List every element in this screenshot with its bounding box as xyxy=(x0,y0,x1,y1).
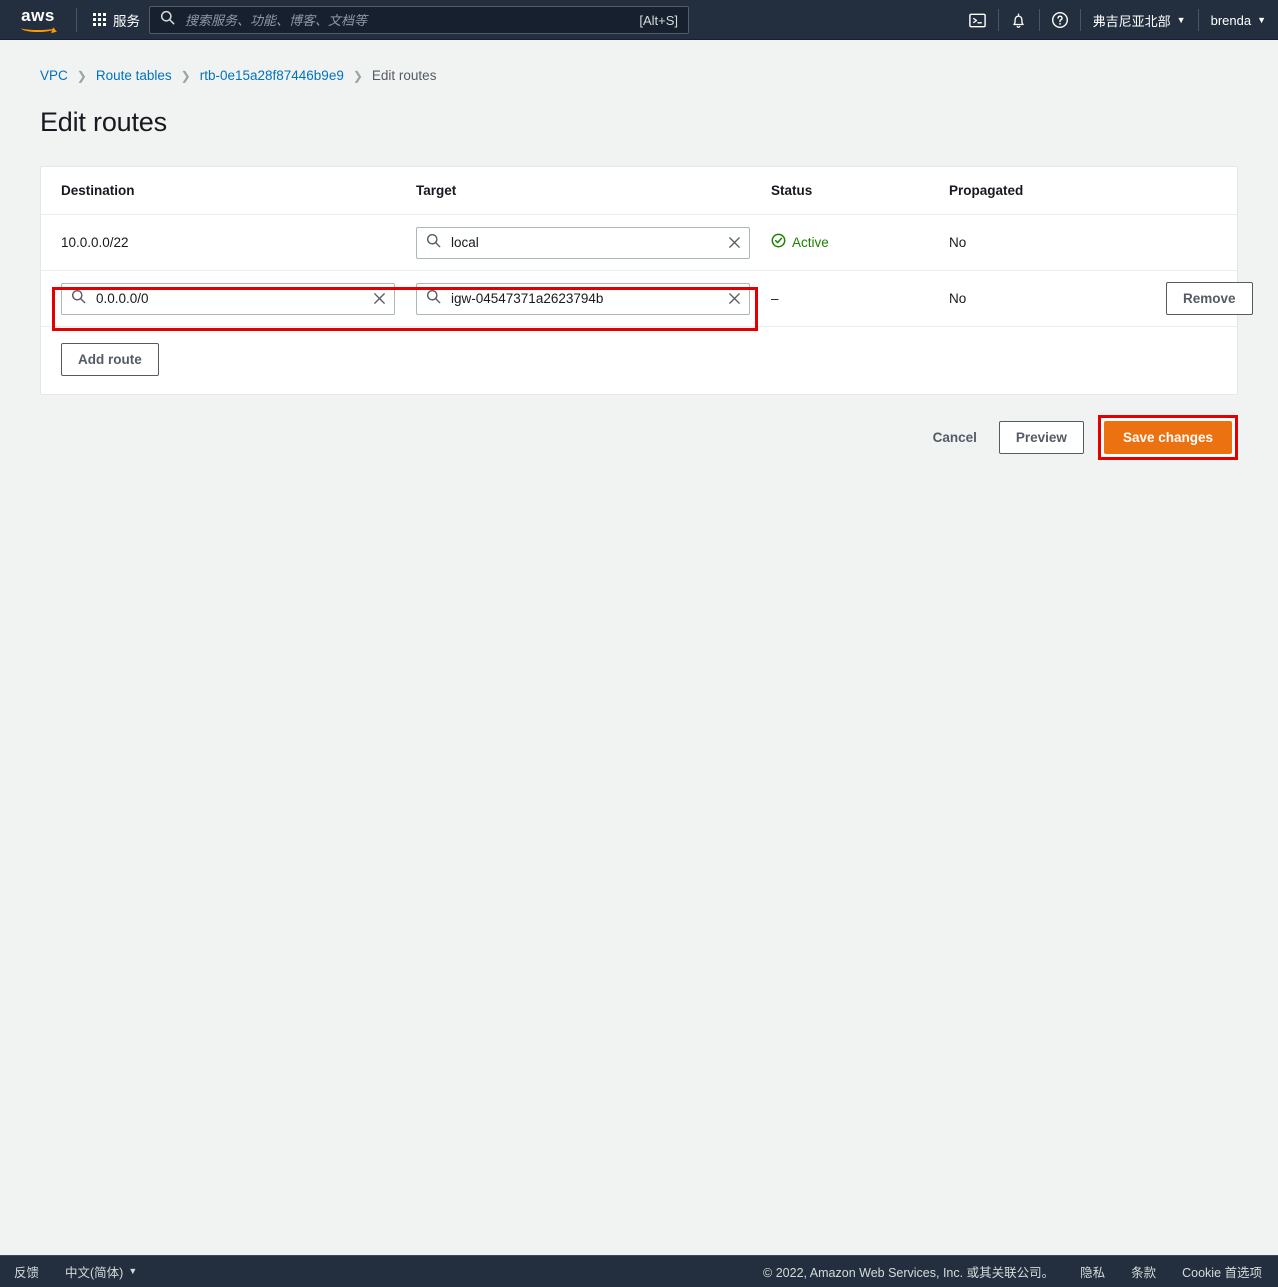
services-menu-label: 服务 xyxy=(113,13,140,29)
save-changes-button[interactable]: Save changes xyxy=(1103,421,1232,454)
close-icon[interactable] xyxy=(719,228,749,258)
breadcrumb-separator-icon: ❯ xyxy=(76,68,87,83)
page-footer: 反馈 中文(简体) ▼ © 2022, Amazon Web Services,… xyxy=(0,1255,1278,1287)
breadcrumb-item-route-tables[interactable]: Route tables xyxy=(96,68,172,83)
page-title: Edit routes xyxy=(40,107,167,137)
bell-icon[interactable] xyxy=(999,0,1039,40)
chevron-down-icon: ▼ xyxy=(1257,14,1266,25)
cloudshell-icon[interactable] xyxy=(958,0,998,40)
column-header-propagated: Propagated xyxy=(949,183,1024,198)
column-header-destination: Destination xyxy=(61,183,135,198)
status-label: – xyxy=(771,290,779,306)
aws-logo[interactable]: aws xyxy=(10,5,66,32)
table-row: 10.0.0.0/22 local Active No xyxy=(41,215,1237,271)
region-selector[interactable]: 弗吉尼亚北部 ▼ xyxy=(1081,0,1198,40)
close-icon[interactable] xyxy=(719,284,749,314)
breadcrumb: VPC ❯ Route tables ❯ rtb-0e15a28f87446b9… xyxy=(0,41,1278,83)
column-header-target: Target xyxy=(416,183,457,198)
status-label: Active xyxy=(792,235,829,250)
chevron-down-icon: ▼ xyxy=(128,1266,138,1276)
table-row: – No Remove xyxy=(41,271,1253,327)
destination-input-field[interactable] xyxy=(61,282,395,315)
route-target-cell xyxy=(416,282,771,315)
target-select-field[interactable] xyxy=(416,282,750,315)
save-changes-highlight: Save changes xyxy=(1097,415,1238,460)
search-icon xyxy=(426,233,441,253)
breadcrumb-item-edit-routes: Edit routes xyxy=(371,68,437,83)
search-icon xyxy=(160,10,175,30)
feedback-link[interactable]: 反馈 xyxy=(14,1262,39,1281)
nav-right-group: 弗吉尼亚北部 ▼ brenda ▼ xyxy=(958,0,1278,40)
target-input[interactable] xyxy=(449,234,719,251)
nav-divider xyxy=(76,7,77,32)
footer-right-group: © 2022, Amazon Web Services, Inc. 或其关联公司… xyxy=(763,1262,1278,1281)
aws-logo-text: aws xyxy=(21,5,55,25)
privacy-link[interactable]: 隐私 xyxy=(1080,1262,1105,1281)
add-route-row: Add route xyxy=(41,327,1237,394)
route-status-cell: – xyxy=(771,290,949,308)
destination-input[interactable] xyxy=(94,290,364,307)
status-badge: Active xyxy=(771,233,949,253)
form-actions: Cancel Preview Save changes xyxy=(40,415,1238,460)
column-header-status: Status xyxy=(771,183,813,198)
footer-left-group: 反馈 中文(简体) ▼ xyxy=(0,1262,137,1281)
region-label: 弗吉尼亚北部 xyxy=(1092,13,1171,29)
services-menu-button[interactable]: 服务 xyxy=(87,6,146,34)
aws-logo-smile-icon xyxy=(21,24,55,32)
language-selector[interactable]: 中文(简体) ▼ xyxy=(65,1262,137,1281)
account-label: brenda xyxy=(1210,12,1252,28)
route-destination-text: 10.0.0.0/22 xyxy=(61,235,129,250)
cookie-preferences-link[interactable]: Cookie 首选项 xyxy=(1182,1262,1262,1281)
search-shortcut-hint: [Alt+S] xyxy=(639,12,678,28)
terms-link[interactable]: 条款 xyxy=(1131,1262,1156,1281)
cancel-button[interactable]: Cancel xyxy=(919,421,991,454)
search-icon xyxy=(426,289,441,309)
copyright-text: © 2022, Amazon Web Services, Inc. 或其关联公司… xyxy=(763,1266,1055,1280)
page-content: VPC ❯ Route tables ❯ rtb-0e15a28f87446b9… xyxy=(0,41,1278,460)
target-input[interactable] xyxy=(449,290,719,307)
help-icon[interactable] xyxy=(1040,0,1080,40)
chevron-down-icon: ▼ xyxy=(1176,14,1186,25)
breadcrumb-item-route-table-id[interactable]: rtb-0e15a28f87446b9e9 xyxy=(200,68,344,83)
route-propagated-value: No xyxy=(949,235,967,250)
close-icon[interactable] xyxy=(364,284,394,314)
remove-route-button[interactable]: Remove xyxy=(1166,282,1253,315)
breadcrumb-separator-icon: ❯ xyxy=(352,68,363,83)
breadcrumb-item-vpc[interactable]: VPC xyxy=(40,68,68,83)
table-header-row: Destination Target Status Propagated xyxy=(41,167,1237,215)
route-propagated-value: No xyxy=(949,291,967,306)
preview-button[interactable]: Preview xyxy=(998,421,1084,454)
check-circle-icon xyxy=(771,233,786,253)
route-target-cell xyxy=(416,226,771,259)
account-menu[interactable]: brenda ▼ xyxy=(1199,0,1278,40)
grid-icon xyxy=(93,13,106,26)
breadcrumb-separator-icon: ❯ xyxy=(180,68,191,83)
global-search-input[interactable] xyxy=(183,11,640,29)
search-icon xyxy=(71,289,86,309)
language-label: 中文(简体) xyxy=(65,1266,124,1280)
route-destination-cell xyxy=(61,282,416,315)
route-actions-cell: Remove xyxy=(1124,282,1253,315)
routes-table-card: Destination Target Status Propagated 10.… xyxy=(40,166,1253,395)
global-search-box[interactable]: [Alt+S] xyxy=(149,6,689,34)
route-status-cell: Active xyxy=(771,233,949,253)
target-select-field[interactable] xyxy=(416,226,750,259)
top-navigation-bar: aws 服务 [Alt+S] xyxy=(0,0,1278,40)
add-route-button[interactable]: Add route xyxy=(61,343,159,376)
